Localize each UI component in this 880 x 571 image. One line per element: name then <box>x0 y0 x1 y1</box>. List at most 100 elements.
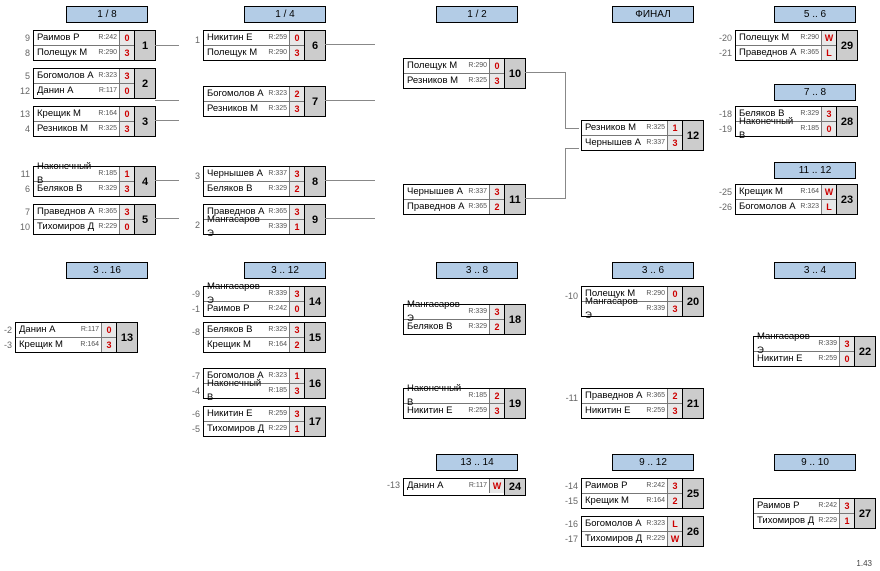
match-number: 22 <box>855 336 876 367</box>
player-rating: R:325 <box>268 102 289 116</box>
match-21: -11Праведнов АR:3652Никитин ЕR:259321 <box>554 388 704 419</box>
player-row: Чернышев АR:3373 <box>404 185 504 200</box>
player-rating: R:164 <box>80 338 101 352</box>
player-score: 3 <box>489 74 504 88</box>
match-8: 3Чернышев АR:3373Беляков ВR:32928 <box>176 166 326 197</box>
player-row: Крещик МR:1642 <box>582 494 682 508</box>
match-17: -6-5Никитин ЕR:2593Тихомиров ДR:229117 <box>176 406 326 437</box>
player-row: Богомолов АR:323L <box>582 517 682 532</box>
player-name: Тихомиров Д <box>582 532 646 546</box>
seed: -20 <box>708 33 732 43</box>
header-3-4: 3 .. 4 <box>774 262 856 279</box>
player-rating: R:325 <box>98 122 119 136</box>
header-1-4: 1 / 4 <box>244 6 326 23</box>
player-name: Крещик М <box>736 185 800 199</box>
player-name: Чернышев А <box>404 185 468 199</box>
header-13-14: 13 .. 14 <box>436 454 518 471</box>
match-13: -2-3Данин АR:1170Крещик МR:164313 <box>0 322 138 353</box>
seed: -15 <box>554 496 578 506</box>
player-rating: R:229 <box>268 422 289 436</box>
player-row: Тихомиров ДR:2291 <box>754 514 854 528</box>
seed: -10 <box>554 291 578 301</box>
player-score: 3 <box>839 337 854 351</box>
player-rating: R:365 <box>98 205 119 219</box>
match-20: -10Полещук МR:2900Мангасаров ЭR:339320 <box>554 286 704 317</box>
player-row: Никитин ЕR:2593 <box>204 407 304 422</box>
player-row: Крещик МR:164W <box>736 185 836 200</box>
player-name: Тихомиров Д <box>204 422 268 436</box>
player-score: 3 <box>839 499 854 513</box>
player-rating: R:242 <box>98 31 119 45</box>
player-row: Тихомиров ДR:2291 <box>204 422 304 436</box>
seed: -5 <box>176 424 200 434</box>
player-score: 0 <box>289 31 304 45</box>
player-rating: R:325 <box>646 121 667 135</box>
player-rating: R:290 <box>800 31 821 45</box>
match-number: 23 <box>837 184 858 215</box>
player-score: 3 <box>289 46 304 60</box>
player-name: Крещик М <box>34 107 98 121</box>
player-row: Никитин ЕR:2593 <box>404 404 504 418</box>
match-number: 4 <box>135 166 156 197</box>
seed: -6 <box>176 409 200 419</box>
player-row: Богомолов АR:323L <box>736 200 836 214</box>
player-rating: R:259 <box>818 352 839 366</box>
player-name: Богомолов А <box>582 517 646 531</box>
match-number: 16 <box>305 368 326 399</box>
seed: 11 <box>6 169 30 179</box>
seed: -3 <box>0 340 12 350</box>
player-name: Наконечный В <box>736 115 800 143</box>
player-name: Праведнов А <box>582 389 646 403</box>
seed: -17 <box>554 534 578 544</box>
player-score: 0 <box>821 122 836 136</box>
player-row: Тихомиров ДR:229W <box>582 532 682 546</box>
player-rating: R:337 <box>268 167 289 181</box>
player-name: Богомолов А <box>204 87 268 101</box>
player-rating: R:117 <box>81 323 101 337</box>
player-name: Праведнов А <box>404 200 468 214</box>
match-2: 512Богомолов АR:3233Данин АR:11702 <box>6 68 156 99</box>
player-rating: R:185 <box>800 122 821 136</box>
player-name: Богомолов А <box>736 200 800 214</box>
seed: 3 <box>176 171 200 181</box>
player-name: Резников М <box>582 121 646 135</box>
match-4: 116Наконечный ВR:1851Беляков ВR:32934 <box>6 166 156 197</box>
match-6: 1Никитин ЕR:2590Полещук МR:29036 <box>176 30 326 61</box>
player-name: Беляков В <box>34 182 98 196</box>
player-score: 1 <box>289 220 304 234</box>
player-name: Никитин Е <box>754 352 818 366</box>
player-score: 3 <box>119 122 134 136</box>
seed: -8 <box>176 327 200 337</box>
player-score: L <box>821 200 836 214</box>
match-number: 26 <box>683 516 704 547</box>
player-row: Чернышев АR:3373 <box>582 136 682 150</box>
player-score: 3 <box>489 404 504 418</box>
player-row: Крещик МR:1642 <box>204 338 304 352</box>
player-score: 3 <box>289 102 304 116</box>
player-score: 0 <box>839 352 854 366</box>
match-16: -7-4Богомолов АR:3231Наконечный ВR:18531… <box>176 368 326 399</box>
player-rating: R:325 <box>468 74 489 88</box>
player-row: Полещук МR:290W <box>736 31 836 46</box>
player-row: Раимов РR:2423 <box>582 479 682 494</box>
player-rating: R:329 <box>800 107 821 121</box>
player-score: W <box>821 31 836 45</box>
player-score: 3 <box>667 479 682 493</box>
player-rating: R:337 <box>468 185 489 199</box>
match-19: Наконечный ВR:1852Никитин ЕR:259319 <box>376 388 526 419</box>
player-name: Раимов Р <box>204 302 268 316</box>
player-name: Никитин Е <box>582 404 646 418</box>
player-rating: R:323 <box>268 87 289 101</box>
player-row: Полещук МR:2903 <box>204 46 304 60</box>
player-score: 1 <box>667 121 682 135</box>
match-number: 29 <box>837 30 858 61</box>
match-number: 12 <box>683 120 704 151</box>
player-name: Данин А <box>34 84 99 98</box>
seed: -25 <box>708 187 732 197</box>
player-rating: R:339 <box>818 337 839 351</box>
seed: -4 <box>176 386 200 396</box>
player-rating: R:229 <box>98 220 119 234</box>
seed: -18 <box>708 109 732 119</box>
player-name: Резников М <box>204 102 268 116</box>
player-name: Богомолов А <box>34 69 98 83</box>
